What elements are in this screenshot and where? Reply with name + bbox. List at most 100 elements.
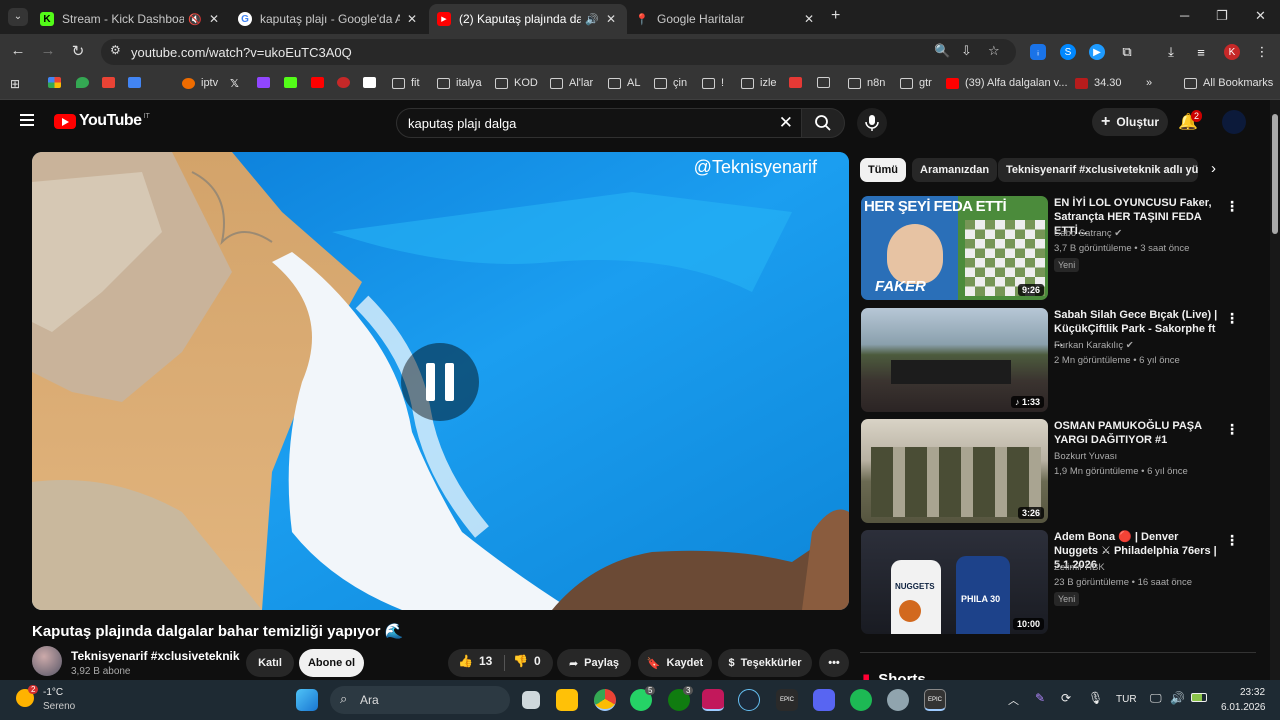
site-info-icon[interactable]: ⚙ [110, 43, 121, 57]
browser-menu-icon[interactable]: ⋮ [1254, 44, 1270, 60]
tray-sync-icon[interactable]: ⟳ [1061, 691, 1071, 705]
search-button[interactable] [801, 108, 845, 138]
recommendation-channel[interactable]: Furkan Karakılıç ✔ [1054, 340, 1134, 351]
bookmark-folder-allar[interactable]: Al'lar [550, 77, 593, 89]
file-explorer-icon[interactable] [556, 689, 578, 711]
windows-start-icon[interactable] [296, 689, 318, 711]
app-purple-icon[interactable] [702, 689, 724, 711]
tab-close-icon[interactable]: ✕ [404, 12, 420, 26]
clock-date[interactable]: 6.01.2026 [1221, 702, 1266, 713]
close-window-button[interactable]: ✕ [1255, 8, 1266, 24]
audio-playing-icon[interactable]: 🔊 [585, 13, 599, 26]
downloads-icon[interactable]: ⤓ [1163, 44, 1179, 60]
bookmark-kick-icon[interactable] [284, 77, 303, 88]
bookmark-folder-n8n[interactable]: n8n [848, 77, 885, 89]
settings-gear-icon[interactable] [887, 689, 909, 711]
chips-next-chevron-icon[interactable]: › [1211, 160, 1216, 177]
install-app-icon[interactable]: ⇩ [961, 43, 972, 59]
bookmark-twitch-icon[interactable] [257, 77, 276, 88]
tab-close-icon[interactable]: ✕ [801, 12, 817, 26]
youtube-logo[interactable]: YouTube IT [54, 112, 150, 130]
battery-icon[interactable] [1191, 693, 1207, 702]
chip-from-uploader[interactable]: Teknisyenarif #xclusiveteknik adlı yükle… [998, 158, 1198, 182]
bookmark-maps-icon[interactable] [76, 77, 95, 88]
clear-search-icon[interactable]: ✕ [779, 113, 793, 133]
network-icon[interactable]: 🖵 [1150, 691, 1162, 706]
recommendation-item[interactable]: 3:26 OSMAN PAMUKOĞLU PAŞA YARGI DAĞITIYO… [861, 419, 1261, 523]
bookmark-folder-fit[interactable]: fit [392, 77, 420, 89]
epic-launcher-active-icon[interactable]: EPIC [924, 689, 946, 711]
bookmark-x-icon[interactable]: 𝕏 [230, 77, 239, 90]
keyboard-language[interactable]: TUR [1116, 694, 1137, 705]
bookmark-red-u-icon[interactable] [337, 77, 356, 88]
restore-button[interactable]: ❐ [1216, 8, 1228, 24]
discord-icon[interactable] [813, 689, 835, 711]
tab-google-search[interactable]: G kaputaş plajı - Google'da Ara ✕ [230, 4, 428, 34]
chip-all[interactable]: Tümü [860, 158, 906, 182]
video-thumbnail[interactable]: HER ŞEYİ FEDA ETTİ FAKER 9:26 [861, 196, 1048, 300]
video-player[interactable]: @Teknisyenarif [32, 152, 849, 610]
hamburger-menu-icon[interactable] [20, 114, 34, 129]
extension-player-icon[interactable]: ▶ [1089, 44, 1105, 60]
recommendation-item[interactable]: HER ŞEYİ FEDA ETTİ FAKER 9:26 EN İYİ LOL… [861, 196, 1261, 300]
bookmark-tv-icon[interactable] [363, 77, 382, 88]
bookmark-youtube-icon[interactable] [311, 77, 330, 88]
bookmark-folder-excl[interactable]: ! [702, 77, 724, 89]
bookmark-photos-icon[interactable] [48, 77, 67, 88]
back-button[interactable]: ← [8, 42, 28, 59]
zoom-search-icon[interactable]: 🔍 [934, 43, 950, 59]
minimize-button[interactable]: ─ [1180, 8, 1189, 23]
channel-avatar[interactable] [32, 646, 62, 676]
epic-games-icon[interactable]: EPIC [776, 689, 798, 711]
weather-widget[interactable]: 2 -1°C Sereno [14, 685, 114, 715]
forward-button[interactable]: → [38, 42, 58, 59]
bookmark-3430[interactable]: 34.30 [1075, 77, 1122, 89]
task-view-icon[interactable] [522, 691, 540, 709]
recommendation-channel[interactable]: Sabo Satranç ✔ [1054, 228, 1122, 239]
tab-close-icon[interactable]: ✕ [206, 12, 222, 26]
voice-search-button[interactable] [857, 108, 887, 138]
extensions-puzzle-icon[interactable]: ⧉ [1119, 44, 1135, 60]
more-vert-icon[interactable]: ⋮ [1225, 310, 1239, 327]
recommendation-item[interactable]: NUGGETS PHILA 30 10:00 Adem Bona 🔴 | Den… [861, 530, 1261, 634]
tray-overflow-chevron-icon[interactable]: ︿ [1008, 692, 1019, 708]
muted-audio-icon[interactable]: 🔇 [188, 13, 202, 26]
join-button[interactable]: Katıl [246, 649, 294, 677]
tray-mic-icon[interactable]: 🎙 [1088, 691, 1103, 705]
more-actions-button[interactable]: ••• [819, 649, 849, 677]
account-avatar[interactable] [1222, 110, 1246, 134]
video-thumbnail[interactable]: 3:26 [861, 419, 1048, 523]
tab-youtube-video[interactable]: ▶ (2) Kaputaş plajında dalgala 🔊 ✕ [429, 4, 627, 34]
dislike-button[interactable]: 👎 0 [513, 654, 541, 668]
bookmark-folder-al[interactable]: AL [608, 77, 640, 89]
video-thumbnail[interactable]: ♪ 1:33 [861, 308, 1048, 412]
more-vert-icon[interactable]: ⋮ [1225, 198, 1239, 215]
share-button[interactable]: ➦ Paylaş [557, 649, 631, 677]
bookmark-iptv[interactable]: iptv [182, 77, 218, 89]
recommendation-item[interactable]: ♪ 1:33 Sabah Silah Gece Bıçak (Live) | K… [861, 308, 1261, 412]
url-text[interactable]: youtube.com/watch?v=ukoEuTC3A0Q [131, 45, 352, 60]
bookmark-alfa-video[interactable]: (39) Alfa dalgalan v... [946, 77, 1068, 89]
bookmark-folder-gtr[interactable]: gtr [900, 77, 932, 89]
tab-google-maps[interactable]: 📍 Google Haritalar ✕ [627, 4, 825, 34]
pause-button[interactable] [401, 343, 479, 421]
clock-time[interactable]: 23:32 [1240, 687, 1265, 698]
thanks-button[interactable]: $ Teşekkürler [718, 649, 812, 677]
bookmarks-overflow-icon[interactable]: » [1146, 77, 1152, 89]
more-vert-icon[interactable]: ⋮ [1225, 421, 1239, 438]
search-query-text[interactable]: kaputaş plajı dalga [408, 116, 516, 131]
channel-name[interactable]: Teknisyenarif #xclusiveteknik [71, 649, 240, 663]
volume-icon[interactable]: 🔊 [1170, 691, 1185, 705]
apps-grid-icon[interactable]: ⊞ [10, 77, 20, 91]
recommendation-title[interactable]: OSMAN PAMUKOĞLU PAŞA YARGI DAĞITIYOR #1 [1054, 419, 1224, 447]
bookmark-folder-izle[interactable]: izle [741, 77, 777, 89]
bookmark-translate-icon[interactable] [128, 77, 147, 88]
bookmark-folder-blank[interactable] [817, 77, 836, 88]
bookmark-folder-cin[interactable]: çin [654, 77, 687, 89]
subscribe-button[interactable]: Abone ol [299, 649, 364, 677]
new-tab-button[interactable]: + [831, 7, 840, 25]
chip-from-search[interactable]: Aramanızdan [912, 158, 998, 182]
search-input[interactable]: kaputaş plajı dalga ✕ [396, 108, 806, 138]
steam-icon[interactable] [738, 689, 760, 711]
spotify-icon[interactable] [850, 689, 872, 711]
